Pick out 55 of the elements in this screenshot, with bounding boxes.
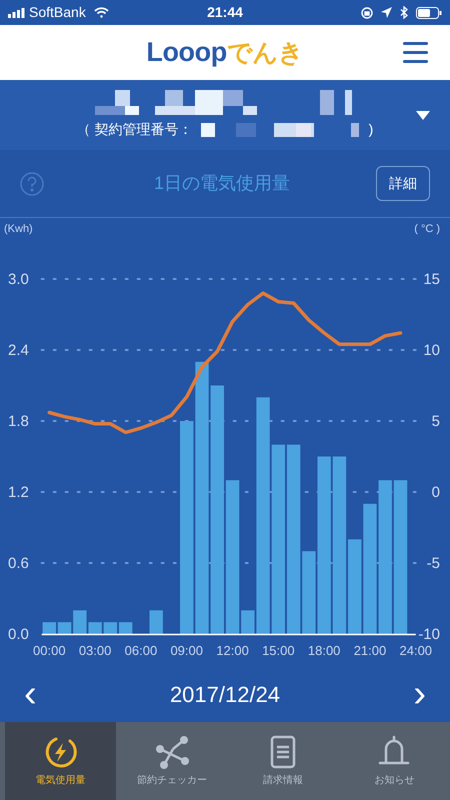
tab-bar-item[interactable]: 節約チェッカー [116,722,228,800]
clock-time: 21:44 [207,3,243,22]
app-logo: Looopでんき [146,36,304,70]
signal-icon [8,8,25,18]
tab-bar-item[interactable]: 電気使用量 [5,722,116,800]
date-label: 2017/12/24 [170,680,280,708]
detail-button[interactable]: 詳細 [376,166,430,201]
lightning-icon [44,734,78,768]
y-tick-label: 0 [432,484,440,501]
next-day-button[interactable]: › [413,675,426,713]
y-tick-label: 2.4 [8,342,29,359]
x-tick-label: 09:00 [170,643,203,658]
usage-bar [241,610,254,634]
chart-title: 1日の電気使用量 [154,172,290,195]
menu-button[interactable] [403,42,428,63]
x-tick-label: 03:00 [78,643,112,658]
x-tick-label: 15:00 [262,643,295,658]
x-tick-label: 21:00 [354,643,386,658]
y-tick-label: -5 [426,555,440,572]
x-tick-label: 24:00 [400,643,432,658]
y-tick-label: -10 [418,626,440,643]
x-tick-label: 18:00 [308,643,340,658]
x-tick-label: 06:00 [124,643,158,658]
usage-bar [150,610,163,634]
usage-bar [118,622,132,634]
y-tick-label: 5 [432,413,440,430]
y-tick-label: 1.2 [8,484,29,501]
y-axis-unit: ( °C ) [414,223,440,235]
y-tick-label: 1.8 [8,413,29,430]
contract-number-close: ) [368,120,374,139]
usage-bar [58,622,72,634]
rotation-lock-icon [361,6,373,18]
tab-bar-item[interactable]: 請求情報 [228,722,339,800]
usage-bar [104,622,118,634]
bluetooth-icon [400,6,408,19]
y-tick-label: 10 [423,342,440,359]
dropdown-caret-icon [416,111,430,120]
document-icon [269,734,298,768]
x-tick-label: 12:00 [216,643,249,658]
tab-bar-item[interactable]: お知らせ [338,722,450,800]
contract-number-label: （ 契約管理番号： [76,120,193,139]
account-selector[interactable]: （ 契約管理番号： ) [0,80,450,150]
location-arrow-icon [381,7,392,18]
y-tick-label: 0.0 [8,626,29,643]
usage-bar [42,622,56,634]
carrier-name: SoftBank [29,3,86,22]
network-graph-icon [154,734,189,768]
y-tick-label: 0.6 [8,555,29,572]
wifi-icon [94,7,109,18]
y-tick-label: 3.0 [8,271,29,288]
y-tick-label: 15 [423,271,440,288]
x-tick-label: 00:00 [33,643,66,658]
y-axis-unit: (Kwh) [4,223,33,235]
battery-icon [416,6,442,18]
previous-day-button[interactable]: ‹ [24,675,37,713]
